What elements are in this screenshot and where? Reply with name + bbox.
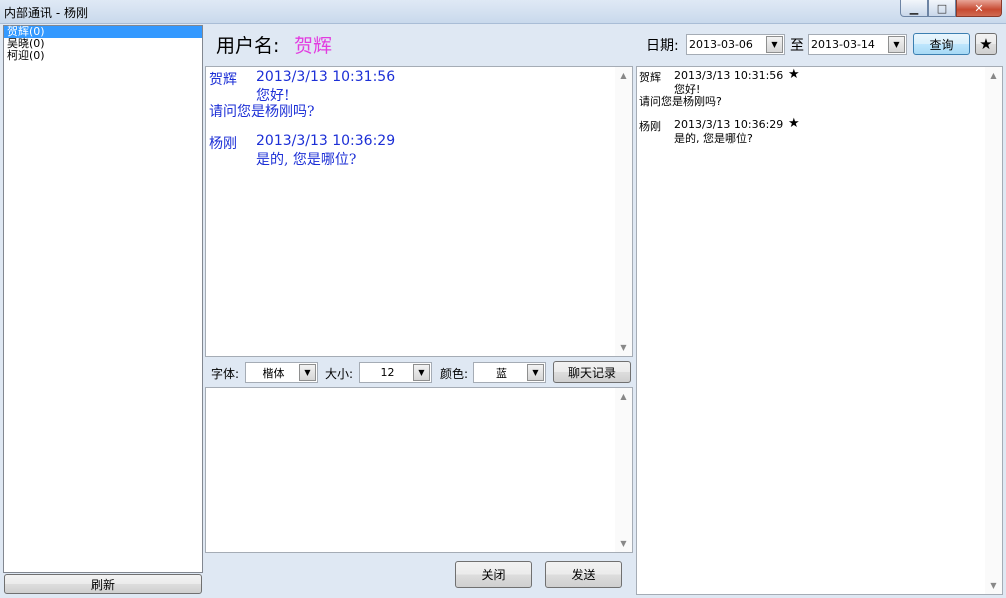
close-window-button[interactable]: ✕ <box>956 0 1002 17</box>
history-sender: 杨刚 <box>639 120 661 133</box>
query-button[interactable]: 查询 <box>913 33 970 55</box>
message-time: 2013/3/13 10:36:29 <box>256 133 396 149</box>
message-sender: 杨刚 <box>209 136 237 152</box>
scroll-down-icon[interactable]: ▼ <box>615 535 632 552</box>
refresh-button[interactable]: 刷新 <box>4 574 202 594</box>
history-line: 是的, 您是哪位? <box>674 132 753 145</box>
end-date-value: 2013-03-14 <box>811 38 875 51</box>
date-label: 日期: <box>646 38 679 54</box>
minimize-button[interactable]: ▁ <box>900 0 928 17</box>
maximize-icon: □ <box>936 1 948 15</box>
start-date-value: 2013-03-06 <box>689 38 753 51</box>
to-label: 至 <box>790 38 804 54</box>
font-select[interactable]: 楷体 ▼ <box>245 362 318 383</box>
history-display[interactable]: 贺辉 2013/3/13 10:31:56 ★ 您好! 请问您是杨刚吗? 杨刚 … <box>636 66 1003 595</box>
favorite-button[interactable]: ★ <box>975 33 997 55</box>
close-icon: ✕ <box>974 1 984 15</box>
message-time: 2013/3/13 10:31:56 <box>256 69 396 85</box>
chevron-down-icon[interactable]: ▼ <box>299 364 316 381</box>
contact-list[interactable]: 贺辉(0) 吴晓(0) 柯迎(0) <box>3 25 203 573</box>
message-line: 请问您是杨刚吗? <box>209 104 315 120</box>
chat-history-button[interactable]: 聊天记录 <box>553 361 631 383</box>
message-input[interactable]: ▲ ▼ <box>205 387 633 553</box>
scroll-down-icon[interactable]: ▼ <box>985 577 1002 594</box>
color-select[interactable]: 蓝 ▼ <box>473 362 546 383</box>
chevron-down-icon[interactable]: ▼ <box>766 36 783 53</box>
minimize-icon: ▁ <box>909 1 919 15</box>
history-sender: 贺辉 <box>639 71 661 84</box>
size-value: 12 <box>380 366 395 379</box>
user-name: 贺辉 <box>294 35 333 57</box>
message-sender: 贺辉 <box>209 72 237 88</box>
history-line: 请问您是杨刚吗? <box>639 95 722 108</box>
star-icon[interactable]: ★ <box>788 67 800 82</box>
scroll-up-icon[interactable]: ▲ <box>615 67 632 84</box>
start-date-picker[interactable]: 2013-03-06 ▼ <box>686 34 785 55</box>
window-controls: ▁ □ ✕ <box>900 0 1002 17</box>
size-select[interactable]: 12 ▼ <box>359 362 432 383</box>
conversation-display[interactable]: 贺辉 2013/3/13 10:31:56 您好! 请问您是杨刚吗? 杨刚 20… <box>205 66 633 357</box>
color-label: 颜色: <box>440 367 469 381</box>
scroll-down-icon[interactable]: ▼ <box>615 339 632 356</box>
send-button[interactable]: 发送 <box>545 561 622 588</box>
star-icon: ★ <box>979 35 993 53</box>
input-scrollbar[interactable]: ▲ ▼ <box>615 388 632 552</box>
title-bar: 内部通讯 - 杨刚 ▁ □ ✕ <box>0 0 1006 24</box>
history-scrollbar[interactable]: ▲ ▼ <box>985 67 1002 594</box>
end-date-picker[interactable]: 2013-03-14 ▼ <box>808 34 907 55</box>
contact-item-keying[interactable]: 柯迎(0) <box>4 50 202 62</box>
size-label: 大小: <box>325 367 354 381</box>
chevron-down-icon[interactable]: ▼ <box>888 36 905 53</box>
window-title: 内部通讯 - 杨刚 <box>4 6 88 20</box>
color-value: 蓝 <box>496 366 507 380</box>
scroll-up-icon[interactable]: ▲ <box>615 388 632 405</box>
message-line: 是的, 您是哪位? <box>256 152 357 168</box>
maximize-button[interactable]: □ <box>928 0 956 17</box>
chevron-down-icon[interactable]: ▼ <box>413 364 430 381</box>
user-label: 用户名: <box>216 35 280 57</box>
chevron-down-icon[interactable]: ▼ <box>527 364 544 381</box>
conversation-scrollbar[interactable]: ▲ ▼ <box>615 67 632 356</box>
font-label: 字体: <box>211 367 240 381</box>
close-button[interactable]: 关闭 <box>455 561 532 588</box>
scroll-up-icon[interactable]: ▲ <box>985 67 1002 84</box>
star-icon[interactable]: ★ <box>788 116 800 131</box>
font-value: 楷体 <box>262 366 285 380</box>
